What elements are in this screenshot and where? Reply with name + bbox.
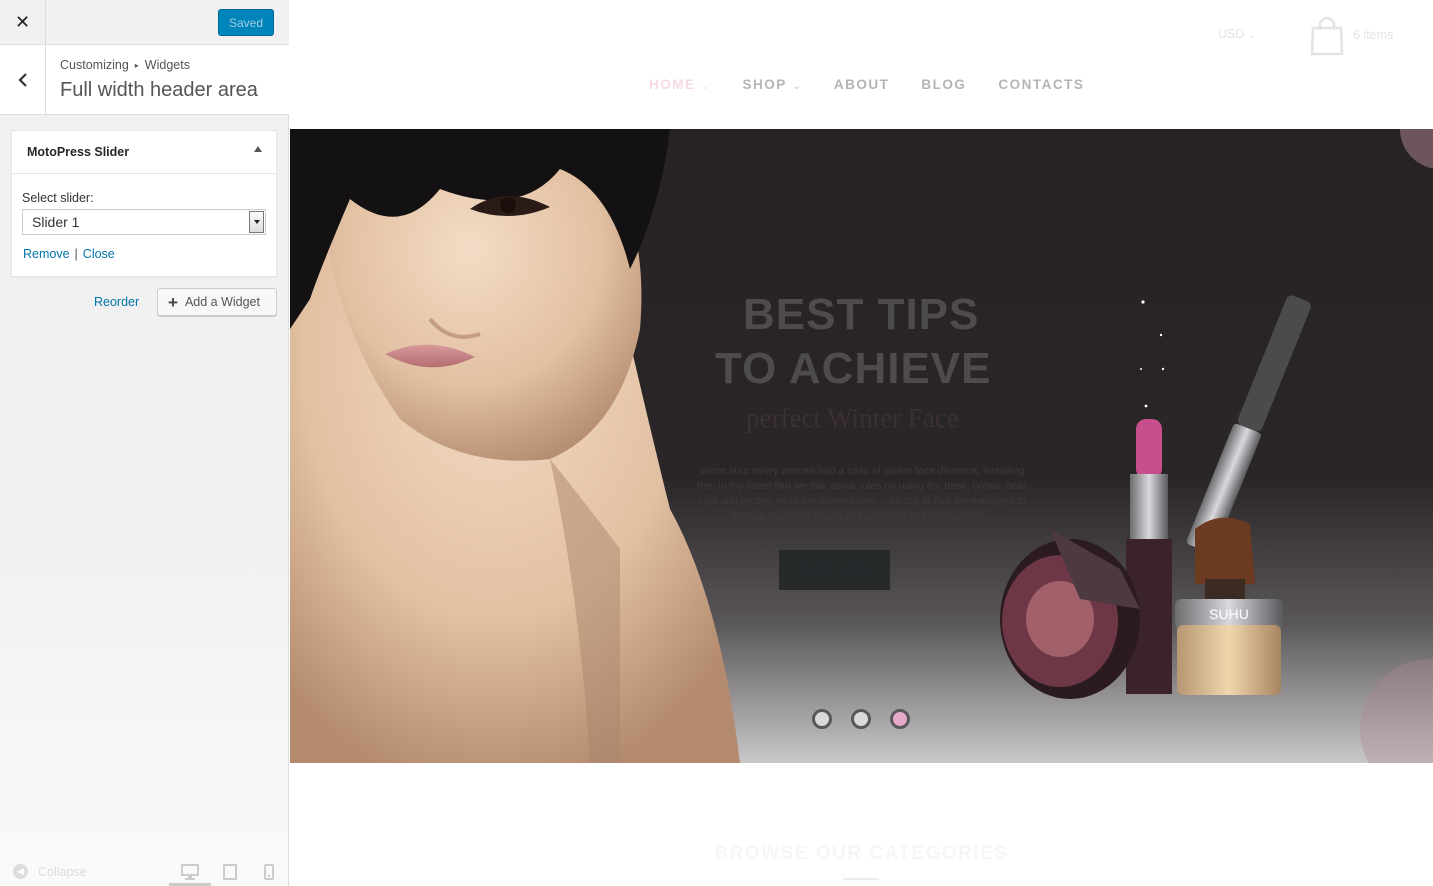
close-icon: ✕ — [14, 12, 31, 33]
chevron-left-icon — [17, 73, 27, 87]
mobile-icon[interactable] — [259, 862, 279, 882]
main-navigation: HOME ⌄ SHOP ⌄ ABOUT BLOG CONTACTS — [649, 77, 1116, 92]
hero-title-line-2: TO ACHIEVE — [715, 344, 992, 393]
customizer-sidebar: ✕ Saved Customizing ▸ Widgets Full width h… — [0, 0, 289, 886]
nav-item-contacts[interactable]: CONTACTS — [998, 77, 1084, 92]
collapse-arrow-icon[interactable] — [254, 146, 262, 152]
cart-count[interactable]: 6 items — [1353, 28, 1393, 42]
customizer-header: ✕ Saved — [0, 0, 289, 45]
hero-description: We're sure every woman had a case of win… — [697, 465, 1027, 522]
breadcrumb-separator-icon: ▸ — [134, 61, 139, 70]
collapse-button[interactable]: ◀ Collapse — [13, 864, 87, 879]
collapse-label: Collapse — [38, 864, 87, 879]
nav-item-label: ABOUT — [833, 77, 890, 92]
reorder-link[interactable]: Reorder — [94, 295, 139, 309]
shop-now-button[interactable]: SHOP NOW! — [779, 550, 890, 590]
close-widget-link[interactable]: Close — [83, 247, 115, 261]
hero-subtitle: perfect Winter Face — [746, 403, 959, 433]
add-widget-button[interactable]: + Add a Widget — [157, 288, 277, 316]
currency-label: USD — [1218, 27, 1245, 41]
shopping-bag-icon[interactable] — [1310, 14, 1344, 56]
select-slider-label: Select slider: — [22, 191, 94, 205]
nav-item-home[interactable]: HOME ⌄ — [649, 77, 711, 92]
svg-text:SUHU: SUHU — [1209, 606, 1249, 622]
collapse-arrow-icon: ◀ — [13, 864, 28, 879]
slider-dot-1[interactable] — [812, 709, 832, 729]
slider-dot-2[interactable] — [851, 709, 871, 729]
breadcrumb-root: Customizing — [60, 58, 129, 72]
dropdown-arrow-icon[interactable] — [249, 211, 264, 233]
slider-select[interactable]: Slider 1 — [22, 209, 266, 235]
close-customizer-button[interactable]: ✕ — [0, 0, 46, 45]
remove-widget-link[interactable]: Remove — [23, 247, 70, 261]
widget-actions: Remove | Close — [23, 247, 115, 261]
hero-slide-image: SUHU — [290, 129, 1433, 763]
nav-item-label: SHOP — [742, 77, 787, 92]
widget-title: MotoPress Slider — [27, 145, 130, 159]
site-preview: USD ⌄ 6 items HOME ⌄ SHOP ⌄ ABOUT BLOG CONTACT… — [290, 0, 1433, 886]
section-header: Customizing ▸ Widgets Full width header ar… — [0, 45, 289, 115]
nav-item-shop[interactable]: SHOP ⌄ — [743, 77, 802, 92]
breadcrumb-current: Widgets — [144, 58, 190, 72]
chevron-down-icon: ⌄ — [701, 81, 711, 91]
saved-button[interactable]: Saved — [218, 9, 274, 36]
heading-underline — [843, 878, 879, 880]
tablet-icon[interactable] — [220, 862, 240, 882]
slider-select-value: Slider 1 — [32, 214, 80, 230]
nav-item-label: HOME — [649, 77, 696, 92]
nav-item-label: CONTACTS — [998, 77, 1085, 92]
chevron-down-icon: ⌄ — [1247, 30, 1256, 40]
chevron-down-icon: ⌄ — [792, 81, 802, 91]
hero-slider: SUHU BEST TIPS TO ACHIEVE perfect Winter… — [290, 129, 1433, 763]
currency-switcher[interactable]: USD ⌄ — [1218, 27, 1255, 41]
widget-panel: MotoPress Slider Select slider: Slider 1… — [11, 130, 277, 277]
plus-icon: + — [168, 292, 178, 312]
breadcrumb: Customizing ▸ Widgets — [60, 58, 190, 72]
action-separator: | — [74, 247, 78, 261]
back-button[interactable] — [0, 45, 46, 115]
widget-header[interactable]: MotoPress Slider — [12, 131, 276, 174]
nav-item-about[interactable]: ABOUT — [834, 77, 890, 92]
section-title: Full width header area — [60, 79, 258, 101]
slider-dot-3[interactable] — [890, 709, 910, 729]
hero-title-line-1: BEST TIPS — [743, 290, 980, 339]
browse-categories-heading: BROWSE OUR CATEGORIES — [714, 843, 1009, 864]
desktop-icon[interactable] — [180, 862, 200, 882]
nav-item-blog[interactable]: BLOG — [921, 77, 966, 92]
nav-item-label: BLOG — [921, 77, 967, 92]
add-widget-label: Add a Widget — [184, 295, 260, 309]
customizer-footer: ◀ Collapse — [0, 846, 289, 886]
